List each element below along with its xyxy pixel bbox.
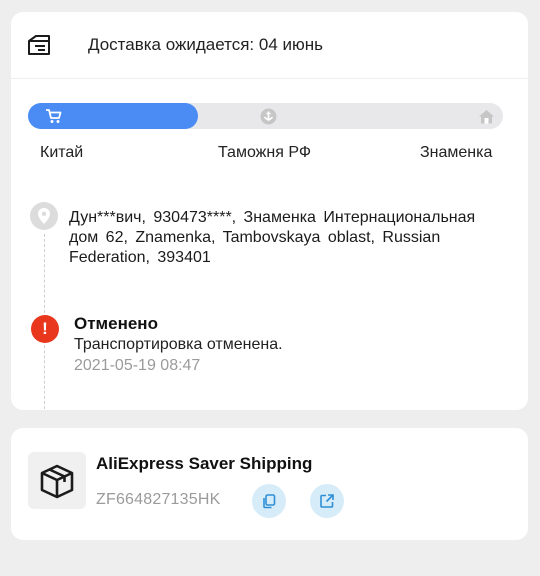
stage-label-destination: Знаменка [420,144,493,161]
open-link-icon [320,494,334,508]
delivery-estimate: Доставка ожидается: 04 июнь [88,35,323,54]
copy-icon [263,494,276,509]
location-pin-icon [30,202,58,230]
stage-label-origin: Китай [40,144,84,161]
package-icon [28,452,86,509]
delivery-box-icon [27,34,53,58]
shipping-card: AliExpress Saver Shipping ZF664827135HK [11,428,528,540]
copy-button[interactable] [252,484,286,518]
open-tracking-button[interactable] [310,484,344,518]
tracking-number: ZF664827135HK [96,491,221,508]
alert-icon: ! [31,315,59,343]
shipping-address: Дун***вич, 930473****, Знаменка Интернац… [69,209,476,266]
home-icon [478,108,495,125]
divider [11,78,528,79]
event-timestamp: 2021-05-19 08:47 [74,357,201,374]
event-status: Отменено [74,314,158,333]
stage-label-customs: Таможня РФ [218,144,311,161]
event-description: Транспортировка отменена. [74,336,283,353]
cart-icon [45,108,62,125]
customs-icon [260,108,277,125]
delivery-card: Доставка ожидается: 04 июнь Китай Таможн… [11,12,528,410]
carrier-name: AliExpress Saver Shipping [96,454,313,473]
